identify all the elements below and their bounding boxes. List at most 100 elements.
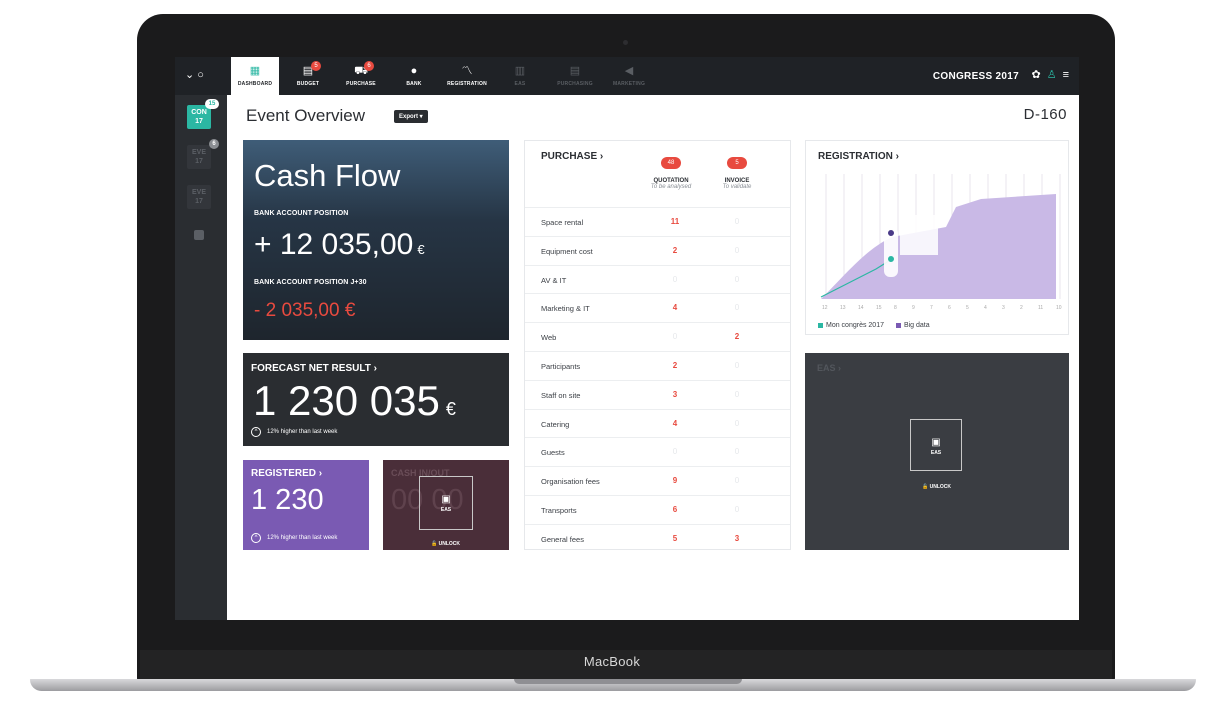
quotation-count[interactable]: 4	[663, 303, 687, 312]
quotation-count[interactable]: 6	[663, 505, 687, 514]
quotation-count[interactable]: 4	[663, 419, 687, 428]
quotation-count[interactable]: 5	[663, 534, 687, 543]
svg-text:3: 3	[1002, 305, 1005, 311]
rail-item-con17[interactable]: CON 17 15	[187, 99, 219, 129]
table-row[interactable]: Equipment cost 2 0	[525, 235, 790, 265]
page-title: Event Overview	[246, 106, 366, 125]
main-content: Event Overview Export ▾ D-160 Cash Flow …	[227, 95, 1079, 620]
locked-card: CASH IN/OUT 00 00 ▣ EAS 🔓 UNLOCK	[383, 460, 509, 550]
quotation-count[interactable]: 0	[663, 332, 687, 341]
legend-item: Big data	[895, 322, 930, 329]
table-row[interactable]: Space rental 11 0	[525, 207, 790, 236]
menu-icon[interactable]: ≡	[1063, 69, 1069, 81]
budget-badge: 5	[311, 61, 321, 71]
svg-text:4: 4	[984, 305, 987, 311]
svg-text:2: 2	[1020, 305, 1023, 311]
invoice-count[interactable]: 0	[725, 361, 749, 370]
invoice-count[interactable]: 0	[725, 275, 749, 284]
chart-line-icon: 〽	[461, 65, 473, 77]
point-big-data	[888, 230, 894, 236]
table-row[interactable]: Participants 2 0	[525, 350, 790, 380]
registered-card[interactable]: REGISTERED › 1 230 ^ 12% higher than las…	[243, 460, 369, 550]
quotation-count[interactable]: 2	[663, 361, 687, 370]
forecast-card[interactable]: FORECAST NET RESULT › 1 230 035 € ^ 12% h…	[243, 353, 509, 446]
invoice-count[interactable]: 0	[725, 476, 749, 485]
legend-item: Mon congrès 2017	[818, 322, 884, 329]
svg-text:13: 13	[840, 305, 846, 311]
quotation-count[interactable]: 9	[663, 476, 687, 485]
row-label: Participants	[541, 361, 581, 371]
invoice-count[interactable]: 0	[725, 217, 749, 226]
dashboard-icon: ▦	[249, 65, 261, 77]
table-row[interactable]: Web 0 2	[525, 322, 790, 351]
chart-tooltip	[900, 215, 938, 255]
table-row[interactable]: Organisation fees 9 0	[525, 466, 790, 495]
table-row[interactable]: AV & IT 0 0	[525, 264, 790, 294]
row-label: Web	[541, 333, 557, 343]
svg-text:10: 10	[1056, 305, 1062, 311]
export-button[interactable]: Export ▾	[394, 110, 428, 123]
invoice-count[interactable]: 0	[725, 390, 749, 399]
unlock-link[interactable]: 🔓 UNLOCK	[431, 541, 460, 547]
row-label: Space rental	[541, 218, 584, 227]
row-label: AV & IT	[541, 275, 567, 285]
quotation-count[interactable]: 11	[663, 217, 687, 226]
table-row[interactable]: Guests 0 0	[525, 437, 790, 466]
tab-purchase[interactable]: ⛟ 6 PURCHASE	[337, 57, 385, 95]
x-axis-ticks: 12 13 14 15 8 9 7 6 5 4 3 2 11 10	[822, 305, 1062, 311]
invoice-count[interactable]: 0	[725, 419, 749, 428]
table-row[interactable]: Staff on site 3 0	[525, 379, 790, 409]
menu-toggle[interactable]: ⌄ ○	[185, 68, 204, 81]
tab-registration[interactable]: 〽 REGISTRATION	[443, 57, 491, 95]
event-name[interactable]: CONGRESS 2017	[933, 71, 1019, 82]
invoice-count[interactable]: 0	[725, 447, 749, 456]
cashflow-card[interactable]: Cash Flow BANK ACCOUNT POSITION + 12 035…	[243, 140, 509, 340]
table-row[interactable]: Marketing & IT 4 0	[525, 293, 790, 322]
quotation-count[interactable]: 0	[663, 447, 687, 456]
top-actions: ✿ ♙ ≡	[1025, 68, 1069, 81]
invoice-count[interactable]: 0	[725, 246, 749, 255]
countdown: D-160	[1023, 106, 1067, 123]
purchase-title[interactable]: PURCHASE ›	[541, 151, 603, 162]
event-rail: CON 17 15 EVE 17 6 EVE 17	[175, 95, 227, 620]
bank-icon: ●	[410, 65, 418, 77]
row-label: Transports	[541, 505, 577, 515]
tab-dashboard[interactable]: ▦ DASHBOARD	[231, 57, 279, 95]
quotation-count[interactable]: 0	[663, 275, 687, 284]
purchase-rows: Space rental 11 0 Equipment cost 2 0 AV & IT 0 0…	[525, 207, 790, 549]
rail-item-eve17[interactable]: EVE 17 6	[187, 139, 219, 169]
table-row[interactable]: Transports 6 0	[525, 494, 790, 524]
tab-purchasing: ▤ PURCHASING	[557, 65, 593, 87]
unlock-link[interactable]: 🔓 UNLOCK	[922, 484, 951, 490]
row-label: Staff on site	[541, 390, 581, 400]
rail-item-eve17-b[interactable]: EVE 17	[187, 185, 211, 209]
bank-value: + 12 035,00 €	[254, 228, 425, 261]
tab-bank[interactable]: ● BANK	[390, 57, 438, 95]
eas-title: EAS ›	[817, 363, 842, 373]
quotation-count[interactable]: 3	[663, 390, 687, 399]
tab-budget[interactable]: ▤ 5 BUDGET	[284, 57, 332, 95]
bank-label: BANK ACCOUNT POSITION	[254, 210, 349, 217]
invoice-count[interactable]: 3	[725, 534, 749, 543]
table-row[interactable]: General fees 5 3	[525, 523, 790, 549]
registered-value: 1 230	[251, 484, 324, 516]
user-icon[interactable]: ♙	[1047, 69, 1057, 81]
purchase-card: PURCHASE › 48 QUOTATION To be analysed 5…	[524, 140, 791, 550]
invoice-count[interactable]: 0	[725, 505, 749, 514]
svg-text:14: 14	[858, 305, 864, 311]
invoice-count[interactable]: 2	[725, 332, 749, 341]
table-row[interactable]: Catering 4 0	[525, 408, 790, 438]
row-label: Equipment cost	[541, 246, 593, 256]
rail-badge: 6	[209, 139, 219, 149]
forecast-title: FORECAST NET RESULT ›	[251, 363, 377, 374]
lock-frame: ▣ EAS	[910, 419, 962, 471]
row-label: General fees	[541, 534, 584, 544]
camera-icon	[623, 40, 628, 45]
bank30-value: - 2 035,00 €	[254, 300, 356, 321]
gear-icon[interactable]: ✿	[1031, 69, 1040, 81]
quotation-count[interactable]: 2	[663, 246, 687, 255]
lock-icon: ▣	[441, 494, 451, 505]
row-label: Organisation fees	[541, 477, 600, 487]
registration-title[interactable]: REGISTRATION ›	[818, 151, 899, 162]
invoice-count[interactable]: 0	[725, 303, 749, 312]
